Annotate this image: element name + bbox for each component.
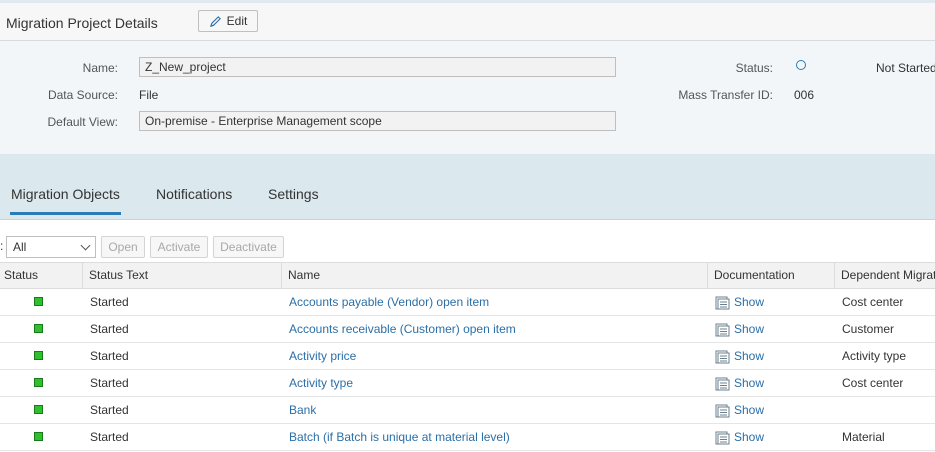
documentation-show-link[interactable]: Show: [709, 397, 764, 423]
documentation-show-label: Show: [734, 295, 765, 309]
object-name-link[interactable]: Accounts receivable (Customer) open item: [283, 316, 516, 342]
document-icon: [715, 296, 730, 310]
dependent-objects-cell: Customer: [842, 322, 895, 336]
object-name-link[interactable]: Bank: [283, 397, 316, 423]
tab-bar: Migration Objects Notifications Settings: [0, 154, 935, 220]
mass-transfer-value: 006: [794, 88, 815, 102]
activate-button[interactable]: Activate: [150, 236, 208, 258]
object-name-link[interactable]: Activity price: [283, 343, 356, 369]
data-source-value: File: [139, 88, 159, 102]
document-icon: [715, 404, 730, 418]
documentation-show-link[interactable]: Show: [709, 343, 764, 369]
status-text-cell: Started: [90, 349, 129, 363]
documentation-show-label: Show: [734, 376, 765, 390]
pencil-icon: [209, 15, 221, 27]
document-icon: [715, 323, 730, 337]
documentation-show-label: Show: [734, 403, 765, 417]
documentation-show-link[interactable]: Show: [709, 289, 764, 315]
status-label: Status:: [735, 61, 773, 75]
name-field[interactable]: Z_New_project: [139, 57, 616, 77]
chevron-down-icon: [80, 240, 91, 251]
filter-select[interactable]: All: [6, 236, 96, 258]
table-row[interactable]: Started Accounts receivable (Customer) o…: [0, 316, 935, 343]
table-row[interactable]: Started Activity type Show Cost center: [0, 370, 935, 397]
column-header-status[interactable]: Status: [0, 263, 83, 288]
table-row[interactable]: Started Activity price Show Activity typ…: [0, 343, 935, 370]
table-row[interactable]: Started Accounts payable (Vendor) open i…: [0, 289, 935, 316]
page-header: Migration Project Details Edit: [0, 3, 935, 41]
status-green-icon: [34, 297, 43, 306]
edit-button[interactable]: Edit: [198, 10, 258, 32]
filter-select-value: All: [13, 240, 27, 254]
status-green-icon: [34, 324, 43, 333]
status-text-cell: Started: [90, 430, 129, 444]
status-green-icon: [34, 405, 43, 414]
object-name-link[interactable]: Batch (if Batch is unique at material le…: [283, 424, 510, 450]
object-name-link[interactable]: Accounts payable (Vendor) open item: [283, 289, 489, 315]
page-title: Migration Project Details: [6, 15, 158, 31]
open-button[interactable]: Open: [101, 236, 145, 258]
table-row[interactable]: Started Bank Show: [0, 397, 935, 424]
filter-label: :: [0, 239, 4, 253]
dependent-objects-cell: [836, 397, 842, 423]
data-source-label: Data Source:: [47, 88, 118, 102]
documentation-show-link[interactable]: Show: [709, 424, 764, 450]
column-header-name[interactable]: Name: [282, 263, 708, 288]
dependent-objects-cell: Activity type: [842, 349, 907, 363]
status-text-cell: Started: [90, 295, 129, 309]
documentation-show-link[interactable]: Show: [709, 316, 764, 342]
object-name-link[interactable]: Activity type: [283, 370, 353, 396]
default-view-field[interactable]: On-premise - Enterprise Management scope: [139, 111, 616, 131]
document-icon: [715, 431, 730, 445]
column-header-documentation[interactable]: Documentation: [708, 263, 835, 288]
table-header: Status Status Text Name Documentation De…: [0, 262, 935, 289]
status-text-cell: Started: [90, 322, 129, 336]
selected-tab-indicator: [10, 212, 121, 215]
dependent-objects-cell: Material: [842, 430, 885, 444]
deactivate-button[interactable]: Deactivate: [213, 236, 284, 258]
tab-migration-objects[interactable]: Migration Objects: [11, 186, 120, 202]
documentation-show-label: Show: [734, 349, 765, 363]
document-icon: [715, 377, 730, 391]
project-details-panel: Name: Z_New_project Data Source: File De…: [0, 41, 935, 154]
status-text-cell: Started: [90, 376, 129, 390]
documentation-show-link[interactable]: Show: [709, 370, 764, 396]
tab-settings[interactable]: Settings: [268, 186, 319, 202]
status-green-icon: [34, 378, 43, 387]
documentation-show-label: Show: [734, 322, 765, 336]
status-circle-icon: [796, 60, 806, 70]
documentation-show-label: Show: [734, 430, 765, 444]
table-row[interactable]: Started Batch (if Batch is unique at mat…: [0, 424, 935, 451]
mass-transfer-label: Mass Transfer ID:: [678, 88, 773, 102]
status-value: Not Started: [876, 61, 935, 75]
edit-button-label: Edit: [226, 14, 248, 28]
column-header-dependent-objects[interactable]: Dependent Migration Objects: [835, 263, 935, 288]
status-text-cell: Started: [90, 403, 129, 417]
table-toolbar: : All Open Activate Deactivate: [0, 220, 935, 262]
status-green-icon: [34, 351, 43, 360]
dependent-objects-cell: Cost center: [842, 376, 904, 390]
default-view-label: Default View:: [47, 115, 118, 129]
column-header-status-text[interactable]: Status Text: [83, 263, 282, 288]
document-icon: [715, 350, 730, 364]
name-label: Name:: [82, 61, 118, 75]
dependent-objects-cell: Cost center: [842, 295, 904, 309]
tab-notifications[interactable]: Notifications: [156, 186, 232, 202]
status-green-icon: [34, 432, 43, 441]
